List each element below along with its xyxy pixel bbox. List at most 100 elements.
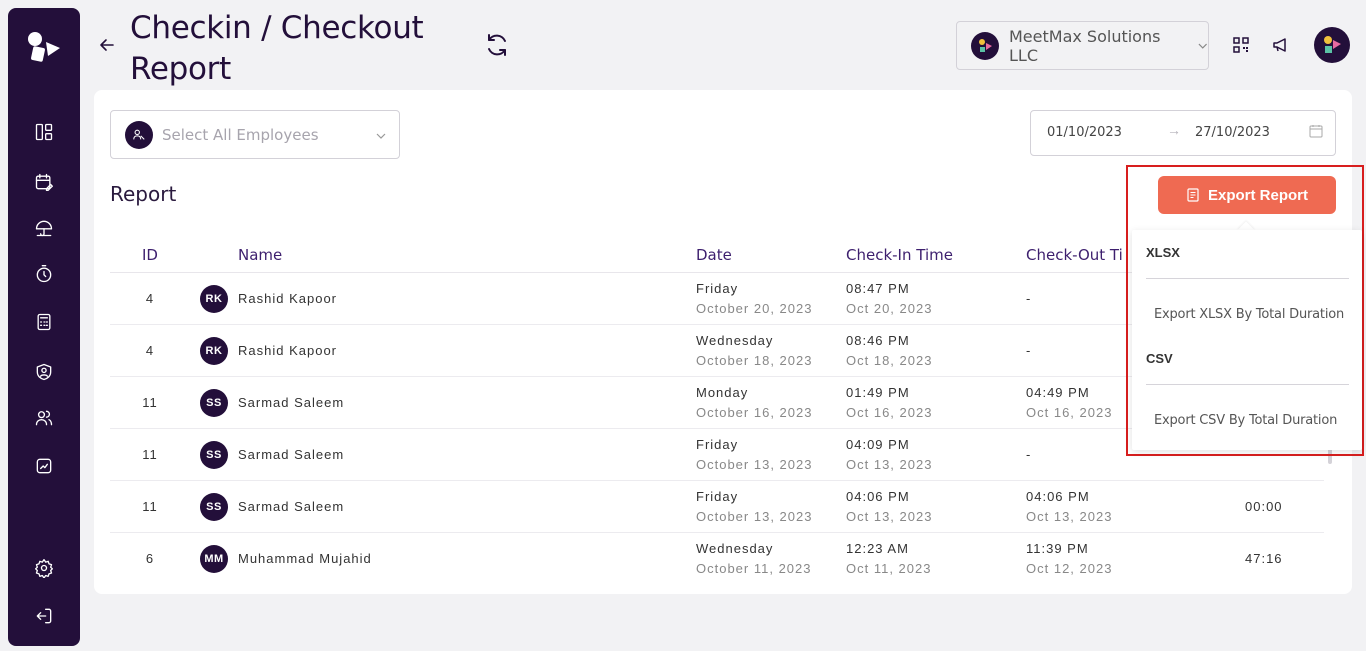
- check-in-date: Oct 16, 2023: [846, 405, 933, 420]
- check-out-date: Oct 16, 2023: [1026, 405, 1113, 420]
- megaphone-icon[interactable]: [1271, 35, 1291, 55]
- total-duration: 47:16: [1245, 551, 1283, 566]
- xlsx-heading: XLSX: [1146, 245, 1180, 260]
- stopwatch-icon[interactable]: [32, 262, 56, 286]
- employee-name: Muhammad Mujahid: [238, 551, 372, 566]
- employee-name: Sarmad Saleem: [238, 395, 345, 410]
- check-out-date: Oct 13, 2023: [1026, 509, 1113, 524]
- umbrella-icon[interactable]: [32, 216, 56, 240]
- check-in-date: Oct 11, 2023: [846, 561, 932, 576]
- check-in-time: 08:46 PM: [846, 333, 910, 348]
- check-out-time: 04:06 PM: [1026, 489, 1090, 504]
- chevron-down-icon: [1198, 43, 1207, 49]
- check-in-time: 04:09 PM: [846, 437, 910, 452]
- row-id: 6: [145, 551, 155, 566]
- sidebar: [8, 8, 80, 646]
- export-report-label: Export Report: [1207, 186, 1308, 204]
- organization-name: MeetMax Solutions LLC: [1009, 26, 1161, 65]
- row-id: 4: [145, 343, 155, 358]
- export-report-button[interactable]: Export Report: [1158, 176, 1336, 214]
- document-icon: [1187, 188, 1199, 202]
- column-header-date[interactable]: Date: [696, 246, 732, 264]
- row-day: Friday: [696, 437, 739, 452]
- row-day: Friday: [696, 489, 739, 504]
- row-date: October 13, 2023: [696, 509, 813, 524]
- user-shield-icon[interactable]: [32, 360, 56, 384]
- employee-avatar: MM: [200, 545, 228, 573]
- row-id: 11: [142, 447, 158, 462]
- dashboard-icon[interactable]: [32, 120, 56, 144]
- column-header-check-out[interactable]: Check-Out Ti: [1026, 246, 1123, 264]
- date-range-arrow: →: [1167, 122, 1181, 138]
- employee-name: Sarmad Saleem: [238, 499, 345, 514]
- date-end[interactable]: 27/10/2023: [1195, 125, 1270, 140]
- logout-icon[interactable]: [32, 604, 56, 628]
- row-day: Monday: [696, 385, 749, 400]
- row-day: Wednesday: [696, 541, 774, 556]
- export-csv-by-duration[interactable]: Export CSV By Total Duration: [1154, 413, 1337, 428]
- csv-divider: [1146, 384, 1349, 385]
- check-in-time: 04:06 PM: [846, 489, 910, 504]
- row-day: Friday: [696, 281, 739, 296]
- report-chart-icon[interactable]: [32, 454, 56, 478]
- row-date: October 18, 2023: [696, 353, 813, 368]
- chevron-down-icon: [376, 133, 386, 139]
- employee-avatar: SS: [200, 389, 228, 417]
- check-out-time: 11:39 PM: [1026, 541, 1089, 556]
- user-avatar[interactable]: [1314, 27, 1350, 63]
- employee-group-icon: [125, 120, 153, 149]
- table-row[interactable]: 6 MM Muhammad Mujahid Wednesday October …: [94, 533, 1324, 585]
- employee-avatar: RK: [200, 337, 228, 365]
- qr-code-icon[interactable]: [1232, 36, 1250, 54]
- employee-select-placeholder: Select All Employees: [162, 125, 319, 144]
- row-date: October 11, 2023: [696, 561, 812, 576]
- csv-heading: CSV: [1146, 351, 1173, 366]
- row-id: 11: [142, 499, 158, 514]
- calendar-icon: [1309, 125, 1323, 138]
- employee-avatar: SS: [200, 441, 228, 469]
- row-day: Wednesday: [696, 333, 774, 348]
- organization-logo-icon: [971, 31, 999, 60]
- refresh-icon[interactable]: [484, 32, 510, 58]
- xlsx-divider: [1146, 278, 1349, 279]
- export-dropdown-menu: XLSX Export XLSX By Total Duration CSV E…: [1132, 230, 1362, 450]
- row-date: October 20, 2023: [696, 301, 813, 316]
- column-header-name[interactable]: Name: [238, 246, 282, 264]
- settings-gear-icon[interactable]: [32, 556, 56, 580]
- row-date: October 13, 2023: [696, 457, 813, 472]
- row-id: 11: [142, 395, 158, 410]
- column-header-id[interactable]: ID: [142, 246, 158, 264]
- check-in-time: 12:23 AM: [846, 541, 909, 556]
- check-out-date: Oct 12, 2023: [1026, 561, 1113, 576]
- report-section-title: Report: [110, 182, 177, 206]
- page-title: Checkin / Checkout Report: [130, 10, 424, 87]
- back-arrow-icon[interactable]: [98, 36, 116, 54]
- total-duration: 00:00: [1245, 499, 1283, 514]
- row-id: 4: [145, 291, 155, 306]
- calendar-edit-icon[interactable]: [32, 170, 56, 194]
- check-in-date: Oct 18, 2023: [846, 353, 933, 368]
- check-out-empty: -: [1026, 291, 1032, 306]
- check-in-time: 01:49 PM: [846, 385, 910, 400]
- employee-select[interactable]: Select All Employees: [110, 110, 400, 159]
- row-date: October 16, 2023: [696, 405, 813, 420]
- employee-name: Sarmad Saleem: [238, 447, 345, 462]
- table-row[interactable]: 11 SS Sarmad Saleem Friday October 13, 2…: [94, 481, 1324, 533]
- check-in-date: Oct 13, 2023: [846, 457, 933, 472]
- date-range-picker[interactable]: 01/10/2023 → 27/10/2023: [1030, 110, 1336, 156]
- check-in-date: Oct 13, 2023: [846, 509, 933, 524]
- employee-avatar: SS: [200, 493, 228, 521]
- date-start[interactable]: 01/10/2023: [1047, 125, 1122, 140]
- check-in-time: 08:47 PM: [846, 281, 910, 296]
- check-out-empty: -: [1026, 343, 1032, 358]
- employee-avatar: RK: [200, 285, 228, 313]
- export-xlsx-by-duration[interactable]: Export XLSX By Total Duration: [1154, 307, 1344, 322]
- organization-select[interactable]: MeetMax Solutions LLC: [956, 21, 1209, 70]
- column-header-check-in[interactable]: Check-In Time: [846, 246, 953, 264]
- app-logo-icon[interactable]: [26, 30, 62, 66]
- check-out-empty: -: [1026, 447, 1032, 462]
- employee-name: Rashid Kapoor: [238, 291, 337, 306]
- users-icon[interactable]: [32, 406, 56, 430]
- calculator-icon[interactable]: [32, 310, 56, 334]
- employee-name: Rashid Kapoor: [238, 343, 337, 358]
